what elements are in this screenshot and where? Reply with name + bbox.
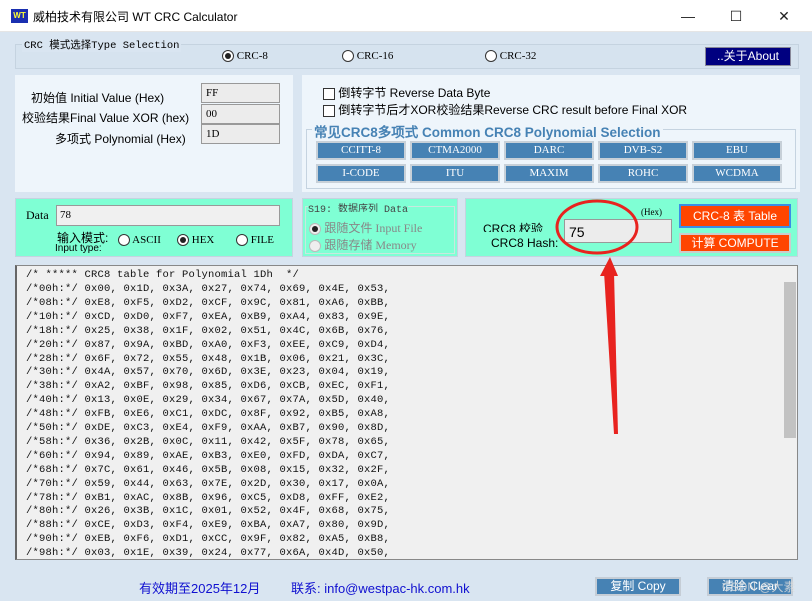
annotation-arrowhead (600, 257, 618, 276)
annotation-arrow (604, 260, 618, 434)
annotation-circle (555, 199, 639, 255)
annotation-overlay (555, 199, 639, 434)
